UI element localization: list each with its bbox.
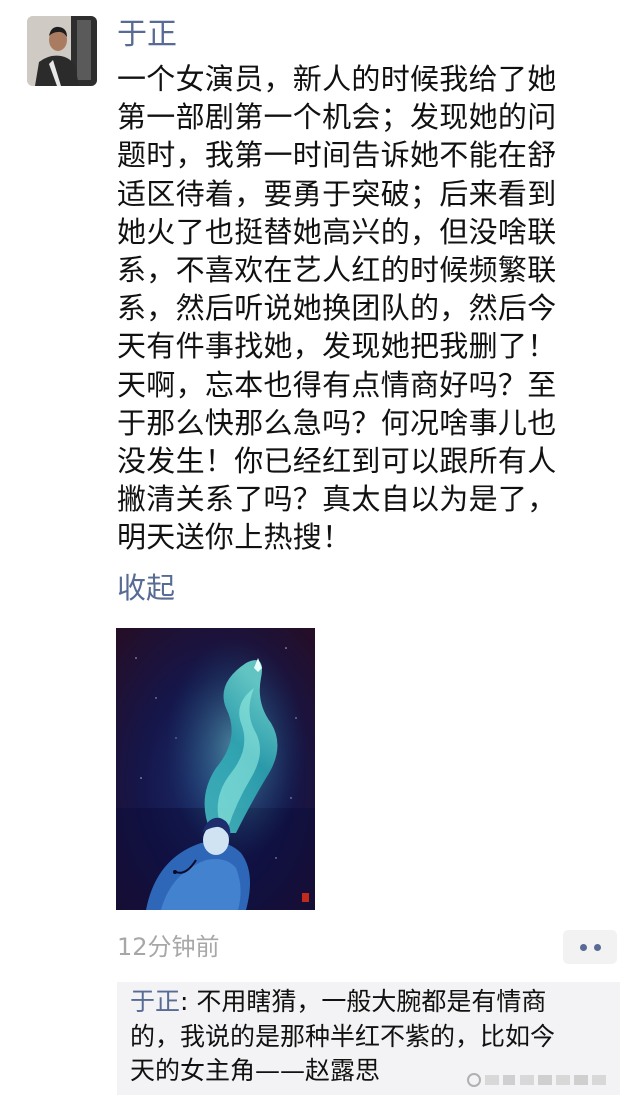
post-body-line: 题时，我第一时间告诉她不能在舒 bbox=[117, 138, 557, 173]
comment-text: 不用瞎猜，一般大腕都是有情商 bbox=[196, 987, 547, 1016]
post-body-line: 系，不喜欢在艺人红的时候频繁联 bbox=[117, 253, 557, 288]
watermark-graphic bbox=[467, 1073, 606, 1087]
avatar-photo bbox=[27, 16, 97, 86]
more-actions-button[interactable] bbox=[563, 930, 617, 964]
post-timestamp: 12分钟前 bbox=[117, 933, 220, 961]
post-body-line: 适区待着，要勇于突破；后来看到 bbox=[117, 176, 557, 211]
author-avatar[interactable] bbox=[27, 16, 97, 86]
comment-author[interactable]: 于正 bbox=[130, 987, 180, 1016]
watermark bbox=[465, 1069, 625, 1091]
post-body-line: 一个女演员，新人的时候我给了她 bbox=[117, 62, 557, 96]
post-body: 一个女演员，新人的时候我给了她 第一部剧第一个机会；发现她的问 题时，我第一时间… bbox=[117, 60, 609, 557]
comment-separator: : bbox=[180, 987, 197, 1016]
post-body-line: 第一部剧第一个机会；发现她的问 bbox=[117, 100, 557, 135]
post-body-line: 系，然后听说她换团队的，然后今 bbox=[117, 291, 557, 326]
post-body-line: 明天送你上热搜！ bbox=[117, 520, 352, 555]
collapse-link[interactable]: 收起 bbox=[117, 568, 175, 608]
post-image[interactable] bbox=[116, 628, 315, 910]
comment-line: 于正: 不用瞎猜，一般大腕都是有情商 bbox=[130, 985, 620, 1020]
artwork-illustration bbox=[116, 628, 315, 910]
post-body-line: 天有件事找她，发现她把我删了！ bbox=[117, 329, 557, 364]
comment-line: 的，我说的是那种半红不紫的，比如今 bbox=[130, 1021, 556, 1051]
post-body-line: 天啊，忘本也得有点情商好吗？至 bbox=[117, 367, 557, 402]
post-body-line: 撇清关系了吗？真太自以为是了， bbox=[117, 482, 557, 517]
more-dots-icon bbox=[579, 943, 587, 951]
post-body-line: 没发生！你已经红到可以跟所有人 bbox=[117, 444, 557, 479]
post-body-line: 于那么快那么急吗？何况啥事儿也 bbox=[117, 405, 557, 440]
more-dots-icon bbox=[593, 943, 601, 951]
post-body-line: 她火了也挺替她高兴的，但没啥联 bbox=[117, 214, 557, 249]
post-author-name[interactable]: 于正 bbox=[117, 14, 177, 56]
